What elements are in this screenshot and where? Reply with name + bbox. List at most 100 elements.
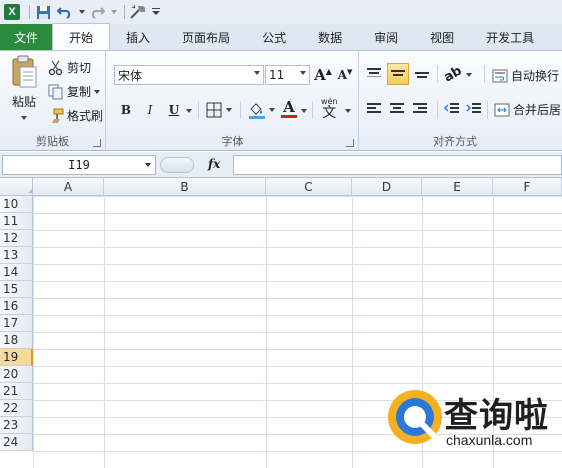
redo-icon[interactable] (88, 3, 106, 21)
format-painter-button[interactable]: 格式刷 (48, 107, 103, 124)
name-box[interactable]: I19 (2, 155, 156, 175)
redo-dropdown-icon[interactable] (110, 3, 118, 21)
tab-formulas[interactable]: 公式 (246, 24, 302, 50)
copy-button[interactable]: 复制 (48, 83, 101, 100)
underline-button[interactable]: U (164, 100, 184, 120)
align-right-button[interactable] (410, 99, 430, 119)
align-left-button[interactable] (364, 99, 384, 119)
font-size-combo[interactable]: 11 (265, 65, 310, 85)
row-header-11[interactable]: 11 (0, 213, 33, 230)
column-header-b[interactable]: B (104, 178, 266, 196)
italic-icon: I (147, 103, 153, 117)
row-header-22[interactable]: 22 (0, 400, 33, 417)
tab-developer[interactable]: 开发工具 (470, 24, 550, 50)
clipboard-group-label: 剪贴板 (36, 135, 69, 148)
customize-tools-icon[interactable] (129, 3, 147, 21)
wrap-text-icon (492, 69, 508, 82)
grow-font-button[interactable]: A ▲ (313, 65, 333, 85)
align-center-button[interactable] (387, 99, 407, 119)
row-header-23[interactable]: 23 (0, 417, 33, 434)
font-color-button[interactable]: A (281, 100, 297, 118)
font-color-swatch (281, 115, 297, 118)
underline-dropdown-icon[interactable] (186, 109, 192, 113)
excel-app-icon[interactable]: X (3, 3, 21, 21)
font-name-dropdown-icon[interactable] (254, 71, 260, 75)
font-launcher-icon[interactable] (346, 139, 354, 147)
orientation-button[interactable]: ab (441, 63, 473, 86)
increase-indent-button[interactable] (464, 99, 484, 119)
fill-color-button[interactable] (248, 101, 275, 119)
watermark-url: chaxunla.com (446, 432, 533, 448)
row-header-21[interactable]: 21 (0, 383, 33, 400)
watermark-title: 查询啦 (444, 396, 549, 436)
tab-file[interactable]: 文件 (0, 24, 53, 50)
column-header-e[interactable]: E (422, 178, 493, 196)
paste-dropdown-icon[interactable] (21, 116, 27, 120)
row-header-12[interactable]: 12 (0, 230, 33, 247)
shrink-font-button[interactable]: A ▼ (335, 65, 355, 85)
decrease-indent-button[interactable] (442, 99, 462, 119)
tab-view[interactable]: 视图 (414, 24, 470, 50)
clipboard-group: 粘贴 剪切 复制 格式刷 剪贴板 (0, 51, 106, 151)
column-header-c[interactable]: C (266, 178, 352, 196)
tab-page-layout[interactable]: 页面布局 (166, 24, 246, 50)
row-header-17[interactable]: 17 (0, 315, 33, 332)
save-icon[interactable] (34, 3, 52, 21)
phonetic-button[interactable]: wén 文 (321, 97, 338, 121)
undo-icon[interactable] (56, 3, 74, 21)
format-painter-label: 格式刷 (67, 109, 104, 123)
row-header-20[interactable]: 20 (0, 366, 33, 383)
borders-icon (206, 102, 222, 118)
row-header-24[interactable]: 24 (0, 434, 33, 451)
tab-review[interactable]: 审阅 (358, 24, 414, 50)
paste-label: 粘贴 (11, 95, 36, 109)
font-name-combo[interactable]: 宋体 (114, 65, 264, 85)
tab-home[interactable]: 开始 (52, 23, 111, 50)
orientation-dropdown-icon[interactable] (466, 72, 473, 77)
row-header-10[interactable]: 10 (0, 196, 33, 213)
align-top-button[interactable] (364, 64, 384, 84)
fill-color-dropdown-icon[interactable] (269, 108, 275, 112)
align-middle-icon (391, 70, 405, 76)
select-all-corner[interactable] (0, 178, 33, 196)
insert-function-icon[interactable]: fx (208, 157, 220, 171)
qat-menu-icon[interactable] (151, 3, 161, 21)
column-header-f[interactable]: F (493, 178, 562, 196)
formula-input[interactable] (233, 155, 562, 175)
shrink-arrow-icon: ▼ (346, 66, 353, 76)
align-bottom-button[interactable] (412, 64, 432, 84)
row-gridline (33, 213, 562, 214)
copy-label: 复制 (67, 85, 92, 99)
align-middle-button[interactable] (387, 63, 409, 85)
row-header-14[interactable]: 14 (0, 264, 33, 281)
wrap-text-button[interactable]: 自动换行 (492, 67, 559, 84)
formula-bar-splitter[interactable] (160, 157, 194, 173)
bold-button[interactable]: B (116, 100, 136, 120)
row-header-16[interactable]: 16 (0, 298, 33, 315)
paste-button[interactable]: 粘贴 (6, 55, 42, 120)
row-header-13[interactable]: 13 (0, 247, 33, 264)
borders-dropdown-icon[interactable] (226, 108, 232, 112)
row-header-15[interactable]: 15 (0, 281, 33, 298)
column-header-d[interactable]: D (352, 178, 422, 196)
tab-insert[interactable]: 插入 (110, 24, 166, 50)
undo-dropdown-icon[interactable] (78, 3, 86, 21)
cut-button[interactable]: 剪切 (48, 59, 91, 76)
name-box-dropdown-icon[interactable] (145, 163, 151, 167)
column-header-a[interactable]: A (33, 178, 104, 196)
font-color-dropdown-icon[interactable] (301, 109, 307, 113)
tab-data[interactable]: 数据 (302, 24, 358, 50)
clipboard-launcher-icon[interactable] (93, 139, 101, 147)
merge-center-button[interactable]: 合并后居 (494, 101, 561, 118)
italic-button[interactable]: I (140, 100, 160, 120)
excel-logo: X (4, 4, 20, 20)
row-header-18[interactable]: 18 (0, 332, 33, 349)
alignment-group: ab 自动换行 合并后居 对齐方式 (360, 51, 562, 151)
borders-button[interactable] (206, 102, 232, 118)
copy-dropdown-icon[interactable] (94, 89, 101, 94)
phonetic-dropdown-icon[interactable] (345, 109, 351, 113)
grow-arrow-icon: ▲ (325, 66, 332, 76)
font-size-dropdown-icon[interactable] (300, 71, 306, 75)
chaxunla-watermark: 查询啦 chaxunla.com (384, 382, 559, 462)
row-header-19-selected[interactable]: 19 (0, 349, 33, 366)
